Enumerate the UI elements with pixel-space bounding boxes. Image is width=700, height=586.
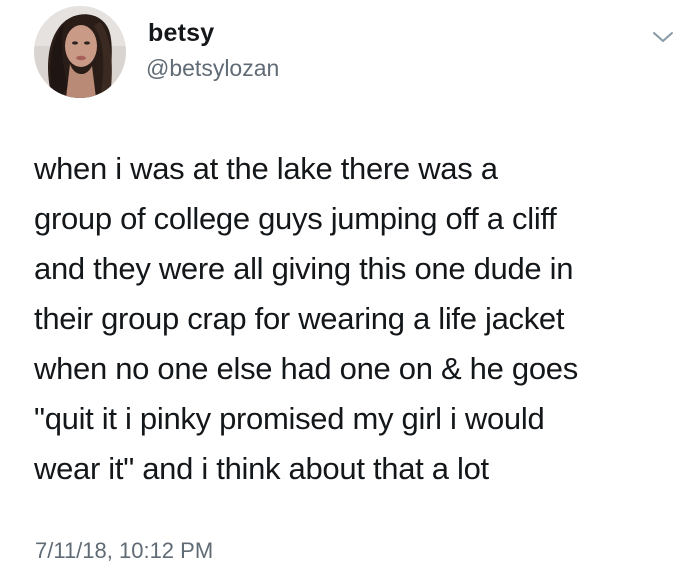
tweet-text-line: and they were all giving this one dude i… [34,251,574,286]
chevron-down-icon[interactable] [652,30,674,44]
tweet-text-line: wear it" and i think about that a lot [34,451,489,486]
tweet-text-line: "quit it i pinky promised my girl i woul… [34,401,545,436]
tweet-text-line: when no one else had one on & he goes [34,351,578,386]
author-display-name[interactable]: betsy [148,19,214,48]
author-handle[interactable]: @betsylozan [146,55,279,82]
tweet-text-line: their group crap for wearing a life jack… [34,301,565,336]
tweet-text-line: when i was at the lake there was a [34,151,498,186]
profile-photo-icon [34,6,126,98]
tweet-text: when i was at the lake there was a group… [34,144,684,494]
tweet-card: betsy @betsylozan when i was at the lake… [0,0,700,586]
avatar[interactable] [34,6,126,98]
tweet-text-line: group of college guys jumping off a clif… [34,201,557,236]
tweet-timestamp[interactable]: 7/11/18, 10:12 PM [35,538,213,564]
